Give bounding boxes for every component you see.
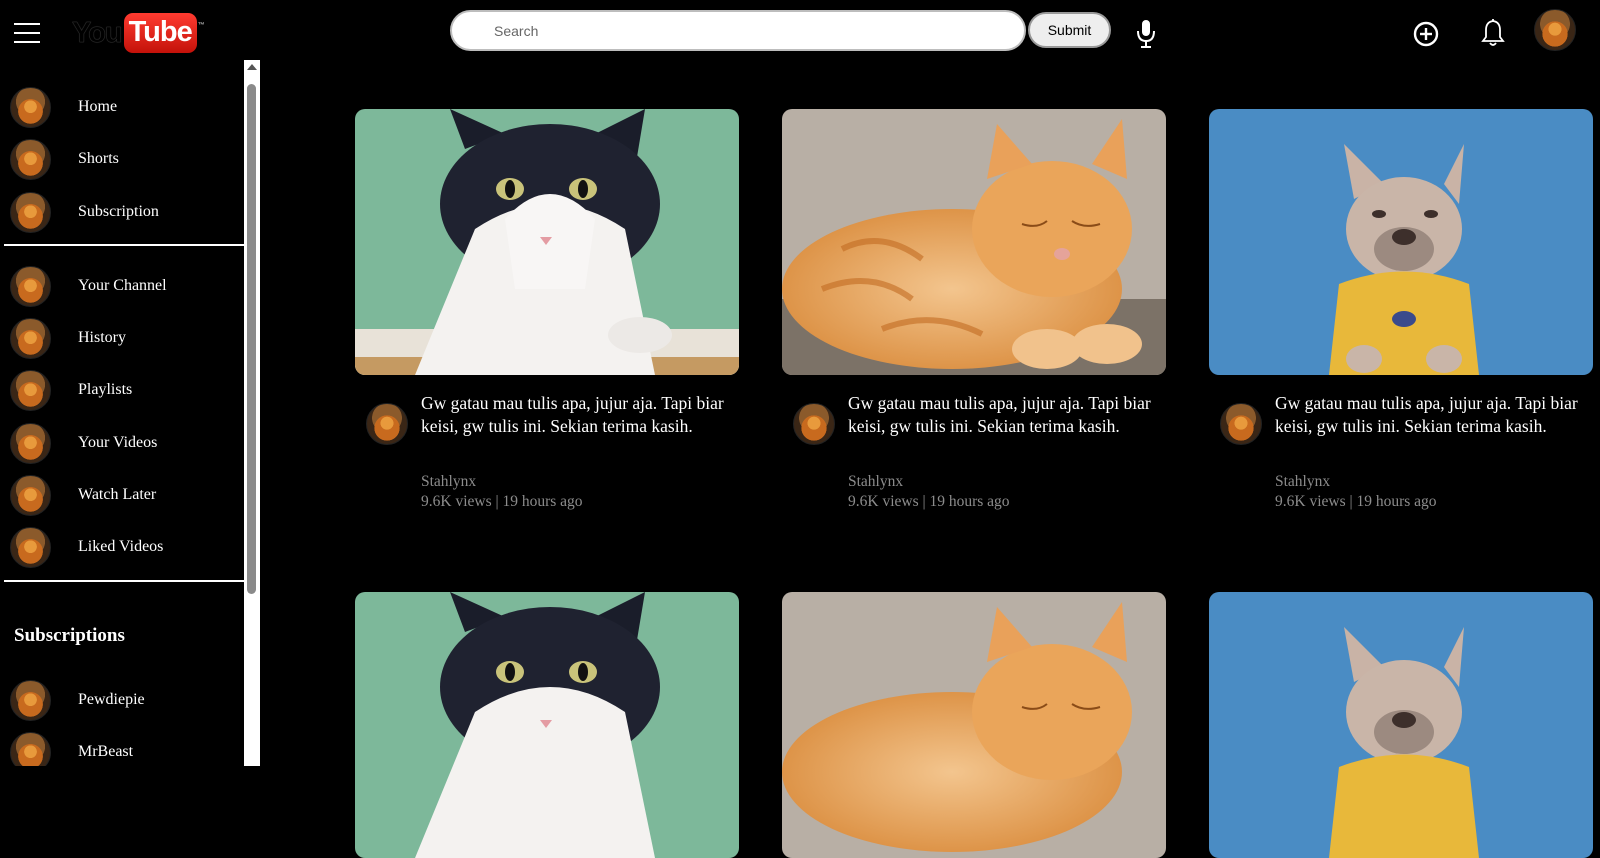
orange-cat-image xyxy=(782,109,1166,375)
video-title[interactable]: Gw gatau mau tulis apa, jujur aja. Tapi … xyxy=(421,392,731,438)
subscriptions-heading: Subscriptions xyxy=(14,625,125,646)
shorts-avatar-icon xyxy=(10,138,51,180)
sidebar-divider xyxy=(4,580,244,582)
youtube-logo[interactable]: You Tube ™ xyxy=(72,12,205,54)
sidebar-item-label: Liked Videos xyxy=(78,538,164,555)
channel-name[interactable]: Stahlynx xyxy=(421,473,476,491)
channel-name[interactable]: Stahlynx xyxy=(1275,473,1330,491)
video-card[interactable] xyxy=(355,592,739,858)
top-header: You Tube ™ Submit xyxy=(0,0,1600,60)
french-bulldog-image xyxy=(1209,592,1593,858)
subscription-avatar-icon xyxy=(10,191,51,233)
sidebar-item-label: Home xyxy=(78,98,118,115)
microphone-icon[interactable] xyxy=(1134,18,1158,50)
video-meta: 9.6K views | 19 hours ago xyxy=(848,493,1010,510)
video-thumbnail-french-bulldog[interactable] xyxy=(1209,592,1593,858)
video-thumbnail-tuxedo-cat[interactable] xyxy=(355,109,739,375)
video-title[interactable]: Gw gatau mau tulis apa, jujur aja. Tapi … xyxy=(848,392,1158,438)
sidebar-item-label: Playlists xyxy=(78,381,133,398)
logo-trademark: ™ xyxy=(197,22,205,29)
sidebar-scrollbar[interactable] xyxy=(244,60,260,766)
video-meta: 9.6K views | 19 hours ago xyxy=(421,493,583,510)
user-avatar[interactable] xyxy=(1534,9,1576,51)
video-meta: 9.6K views | 19 hours ago xyxy=(1275,493,1437,510)
french-bulldog-image xyxy=(1209,109,1593,375)
video-title[interactable]: Gw gatau mau tulis apa, jujur aja. Tapi … xyxy=(1275,392,1585,438)
your-videos-avatar-icon xyxy=(10,422,51,464)
bell-icon[interactable] xyxy=(1480,18,1506,48)
sidebar-item-liked-videos[interactable]: Liked Videos xyxy=(0,521,244,573)
sidebar-item-home[interactable]: Home xyxy=(0,81,244,133)
video-card[interactable] xyxy=(782,592,1166,858)
sidebar-item-label: Your Channel xyxy=(78,277,167,294)
tuxedo-cat-image xyxy=(355,109,739,375)
scroll-up-arrow-icon[interactable] xyxy=(247,64,257,70)
submit-button[interactable]: Submit xyxy=(1028,12,1111,48)
sidebar-item-label: Watch Later xyxy=(78,486,157,503)
watch-later-avatar-icon xyxy=(10,474,51,516)
sidebar-item-label: Subscription xyxy=(78,203,159,220)
mrbeast-avatar xyxy=(10,731,51,766)
sidebar-item-label: Pewdiepie xyxy=(78,691,145,708)
video-card[interactable] xyxy=(1209,592,1593,858)
channel-name[interactable]: Stahlynx xyxy=(848,473,903,491)
sidebar-item-label: Your Videos xyxy=(78,434,158,451)
home-avatar-icon xyxy=(10,86,51,128)
video-card[interactable]: Gw gatau mau tulis apa, jujur aja. Tapi … xyxy=(782,109,1166,510)
sidebar-item-playlists[interactable]: Playlists xyxy=(0,364,244,416)
logo-tube-text: Tube xyxy=(123,13,197,53)
liked-videos-avatar-icon xyxy=(10,526,51,568)
sidebar-item-mrbeast[interactable]: MrBeast xyxy=(0,726,244,766)
channel-avatar[interactable] xyxy=(1220,403,1262,445)
video-thumbnail-tuxedo-cat[interactable] xyxy=(355,592,739,858)
your-channel-avatar-icon xyxy=(10,265,51,307)
sidebar: Home Shorts Subscription Your Channel Hi… xyxy=(0,60,244,766)
channel-avatar[interactable] xyxy=(366,403,408,445)
sidebar-item-subscription[interactable]: Subscription xyxy=(0,186,244,238)
sidebar-item-your-channel[interactable]: Your Channel xyxy=(0,260,244,312)
playlists-avatar-icon xyxy=(10,369,51,411)
orange-cat-image xyxy=(782,592,1166,858)
sidebar-item-your-videos[interactable]: Your Videos xyxy=(0,417,244,469)
video-card[interactable]: Gw gatau mau tulis apa, jujur aja. Tapi … xyxy=(355,109,739,510)
sidebar-item-label: History xyxy=(78,329,126,346)
sidebar-item-label: Shorts xyxy=(78,150,119,167)
video-thumbnail-french-bulldog[interactable] xyxy=(1209,109,1593,375)
scrollbar-thumb[interactable] xyxy=(247,84,256,594)
sidebar-divider xyxy=(4,244,244,246)
hamburger-menu-icon[interactable] xyxy=(14,23,40,43)
plus-circle-icon[interactable] xyxy=(1412,20,1440,48)
sidebar-item-watch-later[interactable]: Watch Later xyxy=(0,469,244,521)
video-card[interactable]: Gw gatau mau tulis apa, jujur aja. Tapi … xyxy=(1209,109,1593,510)
video-thumbnail-orange-cat[interactable] xyxy=(782,109,1166,375)
pewdiepie-avatar xyxy=(10,679,51,721)
sidebar-item-shorts[interactable]: Shorts xyxy=(0,133,244,185)
search-input[interactable] xyxy=(450,10,1026,51)
sidebar-item-label: MrBeast xyxy=(78,743,134,760)
channel-avatar[interactable] xyxy=(793,403,835,445)
history-avatar-icon xyxy=(10,317,51,359)
sidebar-item-history[interactable]: History xyxy=(0,312,244,364)
sidebar-item-pewdiepie[interactable]: Pewdiepie xyxy=(0,674,244,726)
logo-you-text: You xyxy=(72,16,123,49)
video-thumbnail-orange-cat[interactable] xyxy=(782,592,1166,858)
tuxedo-cat-image xyxy=(355,592,739,858)
